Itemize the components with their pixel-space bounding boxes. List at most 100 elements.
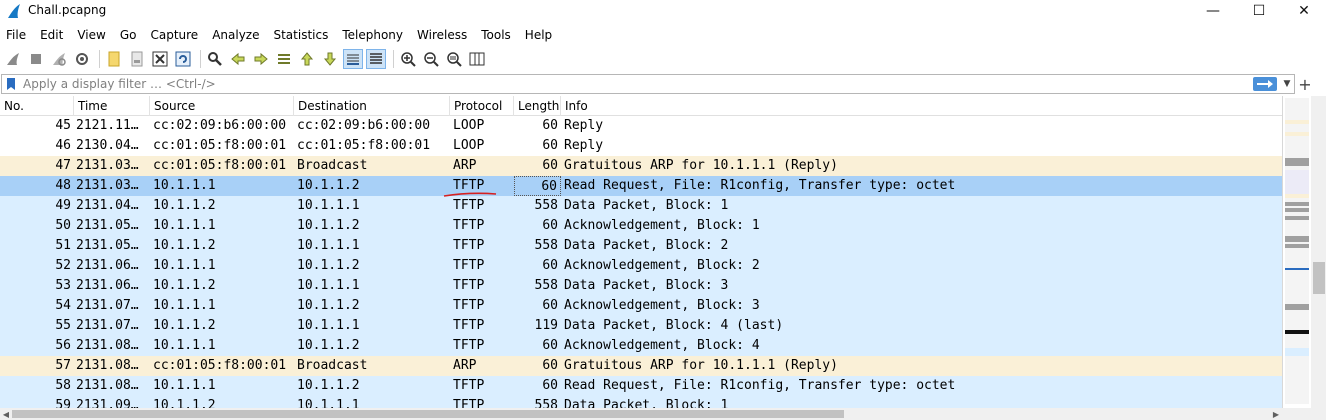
resize-columns-icon[interactable] bbox=[467, 49, 487, 69]
packet-length: 558 bbox=[534, 238, 558, 253]
zoom-in-icon[interactable] bbox=[398, 49, 418, 69]
packet-no: 53 bbox=[55, 278, 71, 293]
packet-source: 10.1.1.1 bbox=[153, 218, 216, 233]
packet-destination: 10.1.1.2 bbox=[297, 298, 360, 313]
table-row[interactable]: 58 2131.08… 10.1.1.1 10.1.1.2 TFTP 60 Read Req… bbox=[0, 376, 1282, 396]
table-row[interactable]: 46 2130.04… cc:01:05:f8:00:01 cc:01:05:f8:0… bbox=[0, 136, 1282, 156]
window-title: Chall.pcapng bbox=[28, 3, 107, 17]
reload-icon[interactable] bbox=[173, 49, 193, 69]
menu-file[interactable]: File bbox=[0, 24, 33, 46]
column-header-length[interactable]: Length bbox=[514, 96, 561, 116]
packet-length: 558 bbox=[534, 198, 558, 213]
column-header-source[interactable]: Source bbox=[150, 96, 294, 116]
menu-go[interactable]: Go bbox=[113, 24, 144, 46]
table-row-selected[interactable]: 48 2131.03… 10.1.1.1 10.1.1.2 TFTP 60 Read Req… bbox=[0, 176, 1282, 197]
packet-source: 10.1.1.2 bbox=[153, 238, 216, 253]
minimize-button[interactable]: — bbox=[1190, 0, 1236, 22]
packet-info: Reply bbox=[564, 138, 604, 153]
close-file-icon[interactable] bbox=[150, 49, 170, 69]
menu-view[interactable]: View bbox=[70, 24, 112, 46]
table-row[interactable]: 45 2121.11… cc:02:09:b6:00:00 cc:02:09:b6:0… bbox=[0, 116, 1282, 136]
go-back-icon[interactable] bbox=[228, 49, 248, 69]
first-packet-icon[interactable] bbox=[297, 49, 317, 69]
table-row[interactable]: 51 2131.05… 10.1.1.2 10.1.1.1 TFTP 558 Data Pa… bbox=[0, 236, 1282, 256]
normal-size-icon[interactable] bbox=[444, 49, 464, 69]
packet-no: 50 bbox=[55, 218, 71, 233]
packet-destination: 10.1.1.1 bbox=[297, 398, 360, 408]
last-packet-icon[interactable] bbox=[320, 49, 340, 69]
bookmark-icon[interactable] bbox=[5, 77, 17, 91]
column-header-destination[interactable]: Destination bbox=[294, 96, 450, 116]
stop-icon[interactable] bbox=[26, 49, 46, 69]
menu-statistics[interactable]: Statistics bbox=[266, 24, 335, 46]
packet-info: Read Request, File: R1config, Transfer t… bbox=[564, 178, 956, 193]
table-row[interactable]: 55 2131.07… 10.1.1.2 10.1.1.1 TFTP 119 Data Pa… bbox=[0, 316, 1282, 336]
main-toolbar bbox=[0, 47, 1326, 71]
scroll-left-icon[interactable]: ◀ bbox=[0, 408, 12, 420]
packet-time: 2131.09… bbox=[76, 398, 139, 408]
packet-list-scrollbar[interactable] bbox=[1282, 96, 1326, 408]
display-filter-input[interactable] bbox=[23, 76, 1243, 92]
filter-history-dropdown[interactable]: ▼ bbox=[1281, 77, 1293, 91]
capture-options-icon[interactable] bbox=[72, 49, 92, 69]
menu-analyze[interactable]: Analyze bbox=[205, 24, 266, 46]
packet-protocol: TFTP bbox=[453, 198, 485, 213]
packet-info: Read Request, File: R1config, Transfer t… bbox=[564, 378, 956, 393]
packet-destination: 10.1.1.1 bbox=[297, 198, 360, 213]
zoom-out-icon[interactable] bbox=[421, 49, 441, 69]
packet-no: 49 bbox=[55, 198, 71, 213]
minimap-mark bbox=[1285, 194, 1309, 198]
arrow-right-icon bbox=[1257, 80, 1273, 88]
column-header-protocol[interactable]: Protocol bbox=[450, 96, 514, 116]
menu-telephony[interactable]: Telephony bbox=[335, 24, 410, 46]
go-to-packet-icon[interactable] bbox=[274, 49, 294, 69]
find-icon[interactable] bbox=[205, 49, 225, 69]
packet-source: 10.1.1.1 bbox=[153, 338, 216, 353]
table-row[interactable]: 57 2131.08… cc:01:05:f8:00:01 Broadcast ARP 6… bbox=[0, 356, 1282, 376]
packet-no: 59 bbox=[55, 398, 71, 408]
open-file-icon[interactable] bbox=[104, 49, 124, 69]
maximize-icon: ☐ bbox=[1252, 3, 1266, 19]
horizontal-scroll-thumb[interactable] bbox=[12, 410, 844, 418]
packet-source: cc:01:05:f8:00:01 bbox=[153, 158, 287, 173]
packet-protocol: ARP bbox=[453, 358, 477, 373]
column-header-no[interactable]: No. bbox=[0, 96, 74, 116]
menu-edit[interactable]: Edit bbox=[33, 24, 70, 46]
scroll-right-icon[interactable]: ▶ bbox=[1270, 408, 1282, 420]
menu-help[interactable]: Help bbox=[518, 24, 559, 46]
packet-no: 46 bbox=[55, 138, 71, 153]
packet-minimap[interactable] bbox=[1285, 98, 1309, 404]
shark-start-icon[interactable] bbox=[3, 49, 23, 69]
colorize-icon[interactable] bbox=[366, 49, 386, 69]
toolbar-separator bbox=[393, 50, 394, 68]
scroll-track[interactable] bbox=[1311, 96, 1326, 408]
packet-info: Data Packet, Block: 1 bbox=[564, 398, 729, 408]
table-row[interactable]: 49 2131.04… 10.1.1.2 10.1.1.1 TFTP 558 Data Pa… bbox=[0, 196, 1282, 216]
restart-icon[interactable] bbox=[49, 49, 69, 69]
table-row[interactable]: 56 2131.08… 10.1.1.1 10.1.1.2 TFTP 60 Acknowle… bbox=[0, 336, 1282, 356]
packet-time: 2131.03… bbox=[76, 158, 139, 173]
apply-filter-button[interactable] bbox=[1253, 77, 1277, 91]
maximize-button[interactable]: ☐ bbox=[1236, 0, 1282, 22]
horizontal-scrollbar[interactable]: ◀ ▶ bbox=[0, 408, 1326, 420]
close-button[interactable]: ✕ bbox=[1281, 0, 1326, 22]
table-row[interactable]: 50 2131.05… 10.1.1.1 10.1.1.2 TFTP 60 Acknowle… bbox=[0, 216, 1282, 236]
column-header-info[interactable]: Info bbox=[561, 96, 1282, 116]
scroll-thumb[interactable] bbox=[1313, 262, 1325, 294]
table-row[interactable]: 54 2131.07… 10.1.1.1 10.1.1.2 TFTP 60 Acknowle… bbox=[0, 296, 1282, 316]
autoscroll-icon[interactable] bbox=[343, 49, 363, 69]
column-header-time[interactable]: Time bbox=[74, 96, 150, 116]
add-filter-button-button[interactable]: + bbox=[1298, 74, 1312, 94]
go-forward-icon[interactable] bbox=[251, 49, 271, 69]
menu-tools[interactable]: Tools bbox=[474, 24, 518, 46]
packet-source: 10.1.1.1 bbox=[153, 378, 216, 393]
table-row[interactable]: 59 2131.09… 10.1.1.2 10.1.1.1 TFTP 558 Data Pa… bbox=[0, 396, 1282, 408]
table-row[interactable]: 47 2131.03… cc:01:05:f8:00:01 Broadcast ARP 6… bbox=[0, 156, 1282, 176]
menu-wireless[interactable]: Wireless bbox=[410, 24, 474, 46]
table-row[interactable]: 53 2131.06… 10.1.1.2 10.1.1.1 TFTP 558 Data Pa… bbox=[0, 276, 1282, 296]
packet-protocol: TFTP bbox=[453, 238, 485, 253]
menu-capture[interactable]: Capture bbox=[143, 24, 205, 46]
packet-protocol: TFTP bbox=[443, 176, 514, 197]
save-file-icon[interactable] bbox=[127, 49, 147, 69]
table-row[interactable]: 52 2131.06… 10.1.1.1 10.1.1.2 TFTP 60 Acknowle… bbox=[0, 256, 1282, 276]
